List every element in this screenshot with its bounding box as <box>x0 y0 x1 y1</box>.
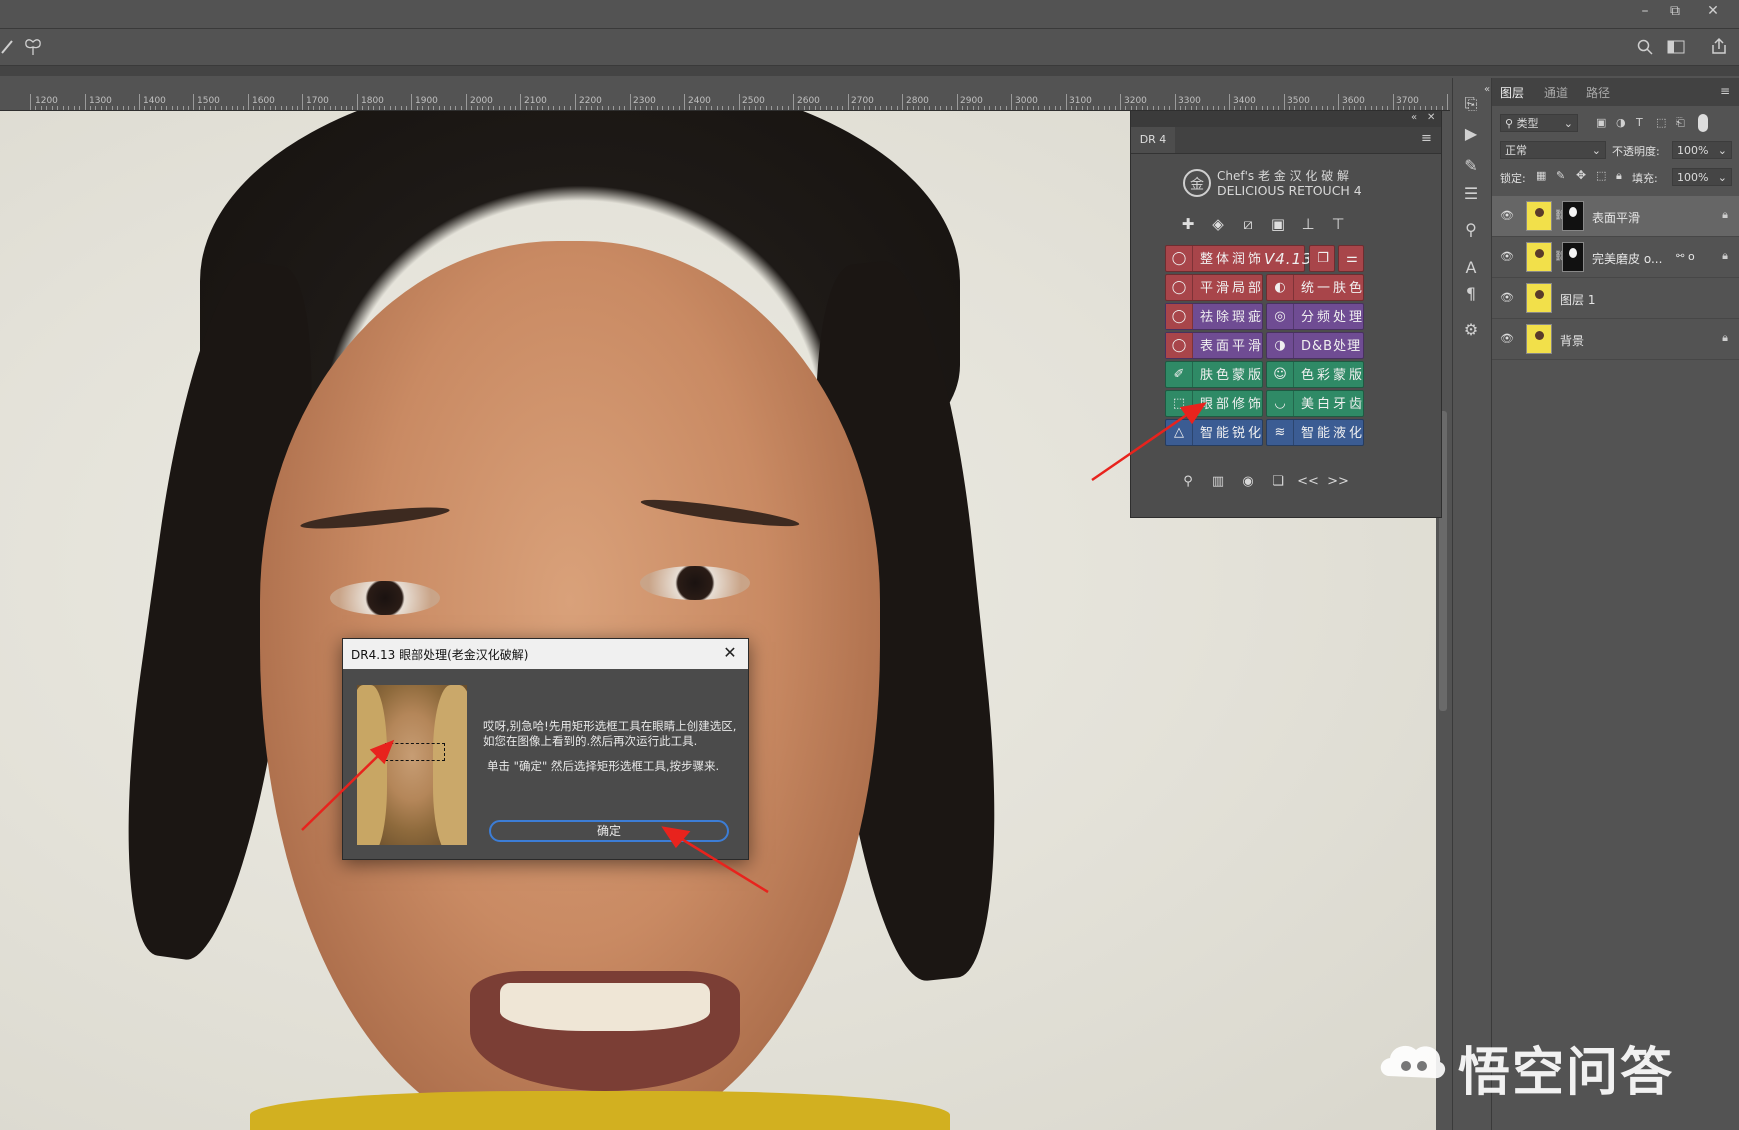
watermark-logo-icon <box>1380 1045 1446 1079</box>
watermark-text: 悟空问答 <box>1458 1043 1675 1103</box>
arrow-head <box>661 826 691 849</box>
arrow-to-example <box>301 751 383 831</box>
arrow-to-eye-button <box>1091 412 1189 482</box>
arrow-to-ok <box>679 836 769 894</box>
arrow-head <box>1179 402 1207 425</box>
annotation-arrows <box>301 402 1207 894</box>
watermark: 悟空问答 <box>1378 1030 1718 1103</box>
